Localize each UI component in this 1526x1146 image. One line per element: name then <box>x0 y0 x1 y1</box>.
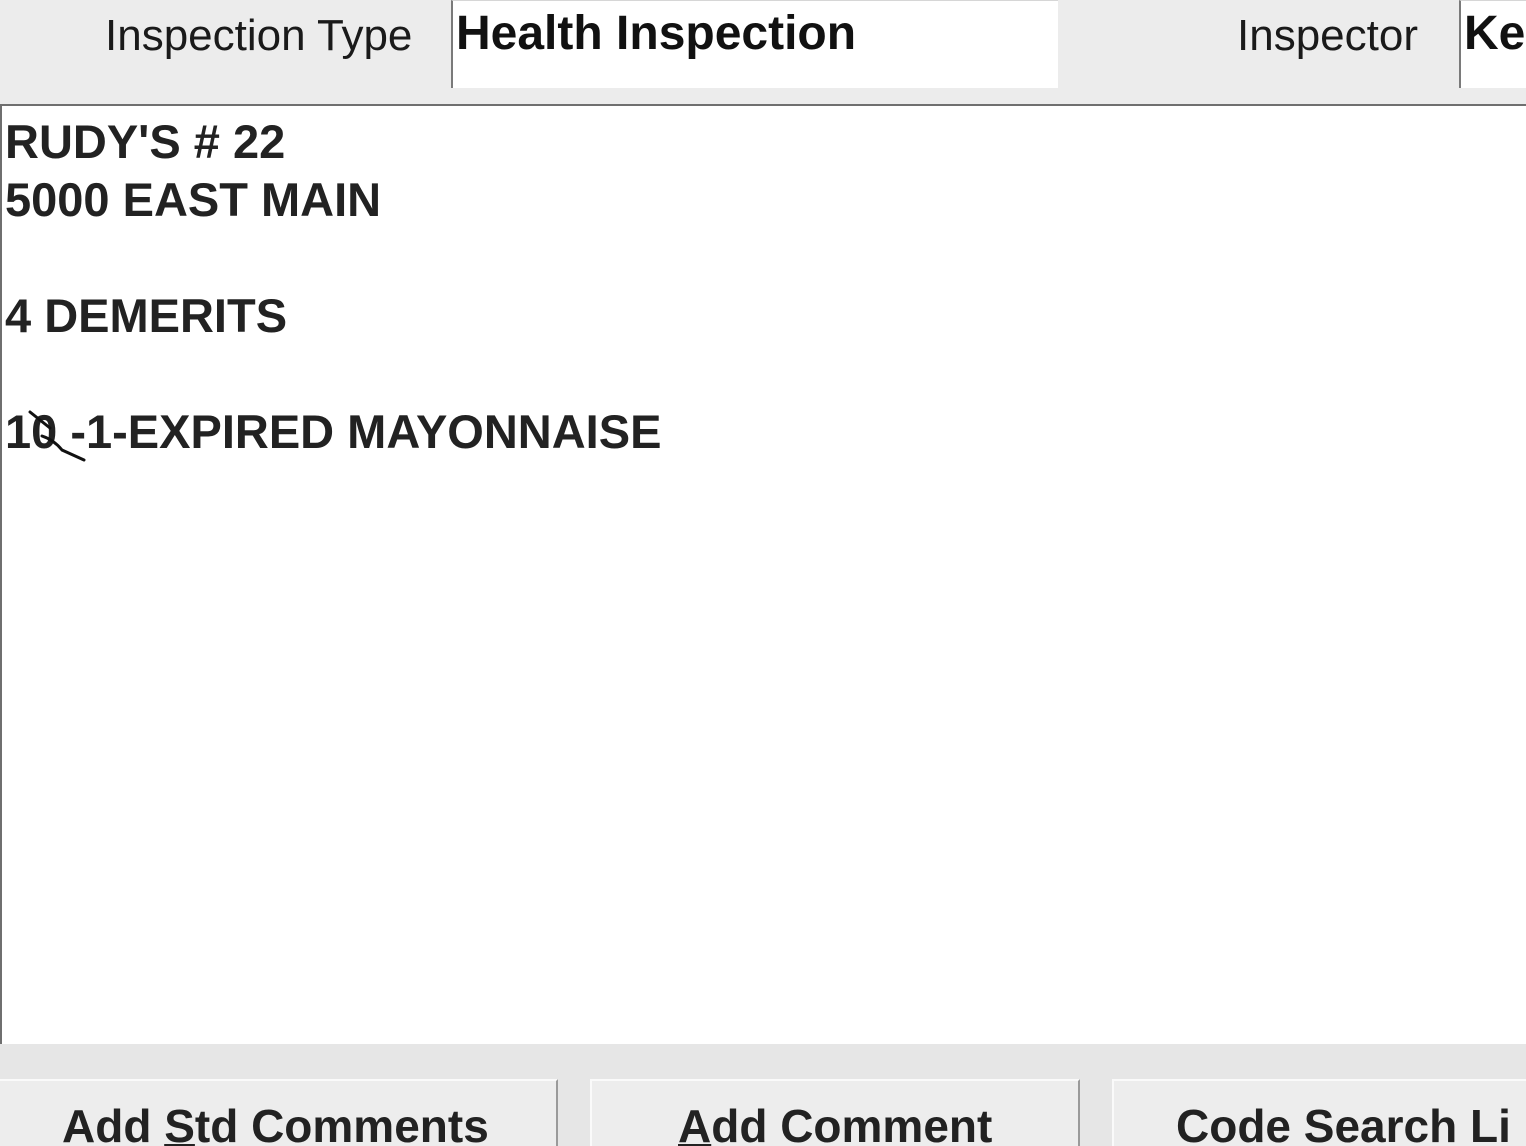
add-std-comments-button[interactable]: Add Std Comments <box>0 1079 558 1146</box>
inspector-label: Inspector <box>1237 11 1418 60</box>
note-line: 10 -1-EXPIRED MAYONNAISE <box>5 405 662 458</box>
inspection-type-value: Health Inspection <box>456 7 857 60</box>
add-comment-label: Add Comment <box>678 1100 993 1146</box>
inspection-type-field[interactable]: Health Inspection <box>451 0 1058 88</box>
add-std-comments-label: Add Std Comments <box>62 1100 489 1146</box>
inspector-value: Ke <box>1464 7 1526 60</box>
header-bar: Inspection Type Health Inspection Inspec… <box>0 0 1526 100</box>
code-search-label: Code Search Li <box>1176 1100 1511 1146</box>
inspector-field[interactable]: Ke <box>1459 0 1526 88</box>
handwritten-strike-mark <box>28 410 86 462</box>
inspection-type-label: Inspection Type <box>105 11 413 60</box>
code-search-button[interactable]: Code Search Li <box>1112 1079 1526 1146</box>
note-line: RUDY'S # 22 <box>5 115 286 168</box>
note-line: 4 DEMERITS <box>5 289 288 342</box>
notes-textarea[interactable]: RUDY'S # 22 5000 EAST MAIN 4 DEMERITS 10… <box>0 104 1526 1044</box>
button-bar: Add Std Comments Add Comment Code Search… <box>0 1044 1526 1146</box>
note-line: 5000 EAST MAIN <box>5 173 382 226</box>
inspection-window: Inspection Type Health Inspection Inspec… <box>0 0 1526 1146</box>
add-comment-button[interactable]: Add Comment <box>590 1079 1080 1146</box>
